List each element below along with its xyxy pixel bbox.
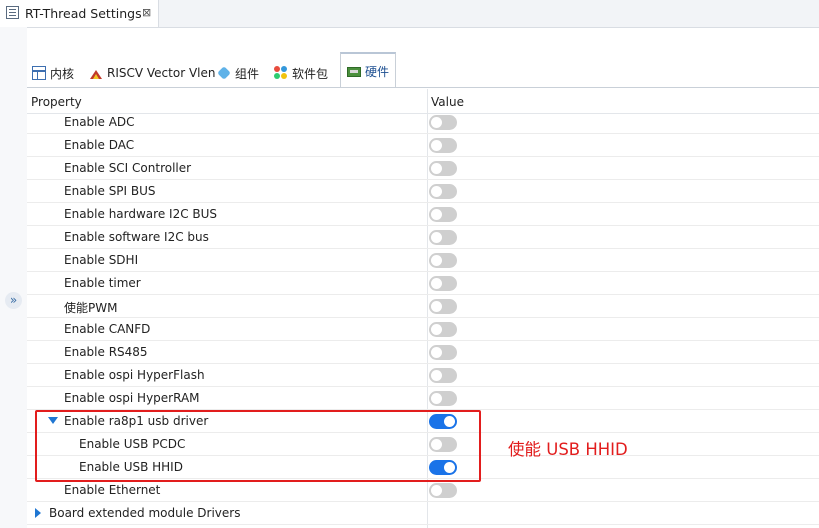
tab-label: 软件包 — [292, 66, 329, 81]
property-row[interactable]: Board extended module Drivers — [27, 502, 819, 525]
toggle-knob — [431, 485, 442, 496]
toggle-switch[interactable] — [429, 253, 457, 268]
toggle-switch[interactable] — [429, 138, 457, 153]
toggle-switch[interactable] — [429, 299, 457, 314]
toggle-knob — [431, 186, 442, 197]
tab-label: RISCV Vector Vlen — [107, 66, 216, 80]
toggle-switch[interactable] — [429, 322, 457, 337]
toggle-switch[interactable] — [429, 483, 457, 498]
property-row[interactable]: Enable Ethernet — [27, 479, 819, 502]
property-label: Enable SDHI — [64, 253, 139, 267]
toggle-knob — [431, 278, 442, 289]
tab-hardware[interactable]: 硬件 — [340, 52, 397, 88]
property-label: Enable CANFD — [64, 322, 151, 336]
property-label: Enable timer — [64, 276, 141, 290]
property-row[interactable]: Enable SDHI — [27, 249, 819, 272]
property-label: Enable software I2C bus — [64, 230, 209, 244]
toggle-switch[interactable] — [429, 115, 457, 130]
value-column-header: Value — [431, 95, 464, 109]
toggle-switch[interactable] — [429, 161, 457, 176]
editor-title: RT-Thread Settings — [25, 6, 142, 21]
property-label: Enable Ethernet — [64, 483, 161, 497]
settings-tabs: 内核 RISCV Vector Vlen 组件 软件包 硬件 — [27, 52, 819, 88]
annotation-text: 使能 USB HHID — [508, 440, 628, 459]
table-icon — [32, 66, 46, 80]
property-row[interactable]: Enable ospi HyperFlash — [27, 364, 819, 387]
property-row[interactable]: Enable ospi HyperRAM — [27, 387, 819, 410]
toggle-knob — [431, 324, 442, 335]
property-label: Enable ospi HyperFlash — [64, 368, 205, 382]
property-row[interactable]: Enable CANFD — [27, 318, 819, 341]
toggle-switch[interactable] — [429, 207, 457, 222]
property-label: Enable ADC — [64, 115, 135, 129]
tab-components[interactable]: 组件 — [217, 58, 259, 88]
chevron-right-icon[interactable] — [35, 508, 41, 518]
tab-packages[interactable]: 软件包 — [274, 58, 328, 88]
property-row[interactable]: Enable SPI BUS — [27, 180, 819, 203]
package-icon — [274, 66, 288, 80]
tab-label: 硬件 — [365, 64, 390, 79]
riscv-logo-icon — [89, 66, 103, 80]
property-row[interactable]: Enable timer — [27, 272, 819, 295]
board-icon — [347, 67, 361, 77]
toggle-knob — [431, 140, 442, 151]
property-column-header: Property — [31, 95, 82, 109]
toggle-knob — [431, 209, 442, 220]
property-row[interactable]: Enable DAC — [27, 134, 819, 157]
toggle-knob — [431, 255, 442, 266]
toggle-knob — [431, 370, 442, 381]
property-label: Enable ospi HyperRAM — [64, 391, 200, 405]
editor-tab-rt-thread-settings[interactable]: RT-Thread Settings ⊠ — [0, 0, 159, 27]
toggle-switch[interactable] — [429, 368, 457, 383]
toggle-switch[interactable] — [429, 391, 457, 406]
tab-label: 组件 — [235, 66, 260, 81]
left-rail: » — [0, 27, 27, 528]
property-label: Enable SCI Controller — [64, 161, 192, 175]
property-row[interactable]: Enable hardware I2C BUS — [27, 203, 819, 226]
editor-tab-bar: RT-Thread Settings ⊠ — [0, 0, 819, 28]
tab-riscv-vector-vlen[interactable]: RISCV Vector Vlen — [89, 58, 215, 88]
property-row[interactable]: Enable software I2C bus — [27, 226, 819, 249]
property-row[interactable]: Enable ADC — [27, 111, 819, 134]
property-label: Enable DAC — [64, 138, 135, 152]
property-row[interactable]: Enable SCI Controller — [27, 157, 819, 180]
expand-panel-icon[interactable]: » — [5, 292, 22, 309]
toggle-knob — [431, 232, 442, 243]
property-label: Enable SPI BUS — [64, 184, 156, 198]
toggle-switch[interactable] — [429, 184, 457, 199]
tab-kernel[interactable]: 内核 — [32, 58, 74, 88]
toggle-knob — [431, 301, 442, 312]
property-label: Board extended module Drivers — [49, 506, 241, 520]
toggle-knob — [431, 163, 442, 174]
property-label: Enable RS485 — [64, 345, 148, 359]
settings-file-icon — [6, 6, 19, 19]
cube-icon — [217, 66, 231, 80]
close-icon[interactable]: ⊠ — [142, 6, 151, 19]
property-label: 使能PWM — [64, 301, 118, 315]
toggle-switch[interactable] — [429, 230, 457, 245]
toggle-knob — [431, 347, 442, 358]
highlight-box — [35, 410, 481, 482]
toggle-switch[interactable] — [429, 276, 457, 291]
toggle-knob — [431, 393, 442, 404]
property-row[interactable]: Enable RS485 — [27, 341, 819, 364]
tab-label: 内核 — [50, 66, 75, 81]
property-label: Enable hardware I2C BUS — [64, 207, 218, 221]
property-row[interactable]: 使能PWM — [27, 295, 819, 318]
toggle-knob — [431, 117, 442, 128]
toggle-switch[interactable] — [429, 345, 457, 360]
